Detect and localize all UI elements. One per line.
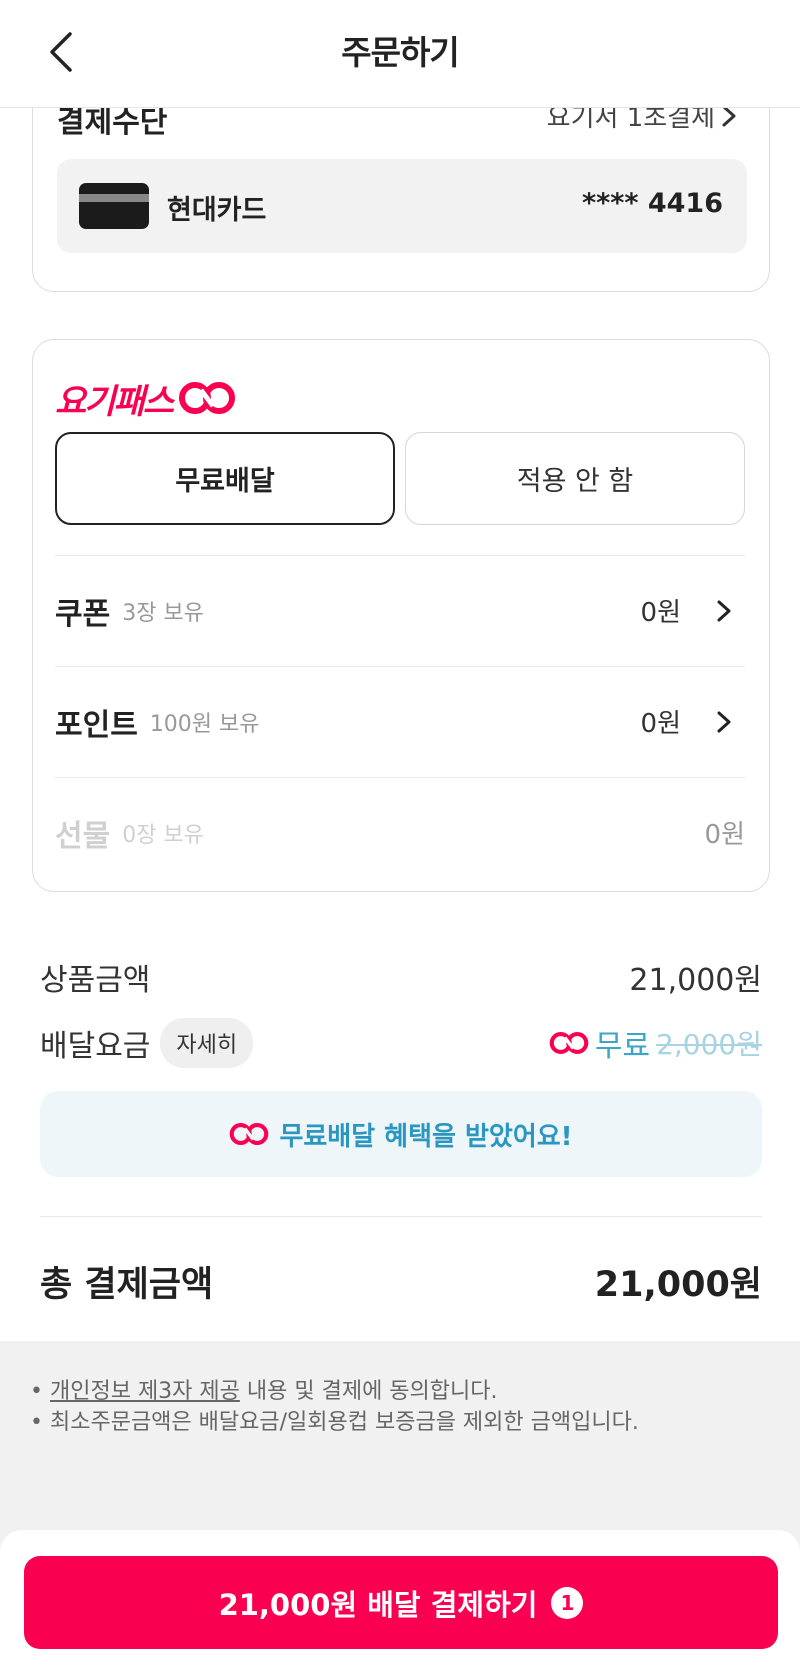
coupon-label: 쿠폰 <box>55 596 111 632</box>
product-amount-row: 상품금액 21,000원 <box>40 952 762 1002</box>
bottom-bar: 21,000원 배달 결제하기 1 <box>0 1530 800 1679</box>
delivery-fee-label: 배달요금 <box>40 1029 151 1064</box>
gift-label: 선물 <box>55 818 111 854</box>
notice-line-privacy: • 개인정보 제3자 제공 내용 및 결제에 동의합니다. <box>30 1379 498 1404</box>
yogipass-mark-icon <box>230 1122 269 1146</box>
top-header: 주문하기 <box>0 0 800 108</box>
coupon-value: 0원 <box>640 598 681 628</box>
privacy-third-party-link[interactable]: 개인정보 제3자 제공 <box>50 1379 240 1404</box>
yogipass-card: 요기패스 무료배달 적용 안 함 쿠폰 3장 보유 0원 포인트 100원 보유… <box>32 339 770 892</box>
gift-count: 0장 보유 <box>122 822 204 848</box>
pay-button-label: 21,000원 배달 결제하기 <box>218 1587 538 1622</box>
card-number: **** 4416 <box>581 188 723 219</box>
free-delivery-banner: 무료배달 혜택을 받았어요! <box>40 1091 762 1177</box>
point-row[interactable]: 포인트 100원 보유 0원 <box>55 666 745 776</box>
yogipass-logo: 요기패스 <box>55 378 236 422</box>
card-name: 현대카드 <box>167 195 267 226</box>
chevron-right-icon <box>717 600 731 622</box>
pay-button[interactable]: 21,000원 배달 결제하기 1 <box>24 1556 778 1649</box>
delivery-detail-button[interactable]: 자세히 <box>160 1018 254 1068</box>
point-value: 0원 <box>640 709 681 739</box>
page-title: 주문하기 <box>341 33 459 72</box>
point-balance: 100원 보유 <box>149 711 260 737</box>
total-amount-value: 21,000원 <box>594 1265 762 1305</box>
point-label: 포인트 <box>55 707 138 743</box>
yogipass-mark-icon <box>549 1031 589 1055</box>
option-free-delivery[interactable]: 무료배달 <box>55 432 395 525</box>
product-amount-value: 21,000원 <box>629 963 762 998</box>
option-not-apply[interactable]: 적용 안 함 <box>405 432 745 525</box>
yogipass-brand-text: 요기패스 <box>55 381 174 422</box>
notice-line-privacy-rest: 내용 및 결제에 동의합니다. <box>239 1379 498 1404</box>
coupon-row[interactable]: 쿠폰 3장 보유 0원 <box>55 555 745 665</box>
gift-row: 선물 0장 보유 0원 <box>55 777 745 887</box>
pay-button-count-badge: 1 <box>551 1586 584 1619</box>
gift-value: 0원 <box>704 820 745 850</box>
coupon-count: 3장 보유 <box>122 600 204 626</box>
notice-line-min-order: • 최소주문금액은 배달요금/일회용컵 보증금을 제외한 금액입니다. <box>30 1410 639 1435</box>
chevron-right-icon <box>717 711 731 733</box>
product-amount-label: 상품금액 <box>40 963 151 998</box>
credit-card-icon <box>79 183 149 229</box>
delivery-free-text: 무료 <box>594 1029 651 1064</box>
delivery-fee-value: 무료 2,000원 <box>549 1021 762 1065</box>
free-delivery-banner-text: 무료배달 혜택을 받았어요! <box>279 1121 573 1152</box>
notice-min-order-text: 최소주문금액은 배달요금/일회용컵 보증금을 제외한 금액입니다. <box>49 1410 639 1435</box>
yogipass-mark-icon <box>179 382 236 414</box>
selected-card[interactable]: 현대카드 **** 4416 <box>57 159 747 253</box>
divider <box>40 1216 762 1217</box>
total-amount-label: 총 결제금액 <box>40 1265 214 1305</box>
delivery-fee-row: 배달요금 자세히 무료 2,000원 <box>40 1018 762 1068</box>
delivery-original-price: 2,000원 <box>656 1028 762 1061</box>
